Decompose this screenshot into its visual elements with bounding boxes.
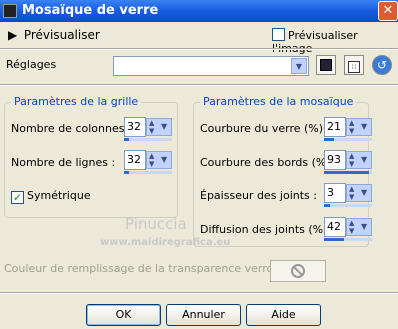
glass-curvature-spinner[interactable]: 21 ▲ ▼ ▼ — [324, 117, 372, 141]
edge-curvature-label: Courbure des bords (%) : — [200, 156, 338, 169]
columns-slider-track[interactable] — [124, 138, 172, 141]
grout-width-spin-buttons[interactable]: ▲ ▼ ▼ — [346, 184, 372, 202]
edge-curvature-spin-buttons[interactable]: ▲ ▼ ▼ — [346, 151, 372, 169]
rows-label: Nombre de lignes : — [11, 156, 116, 169]
chevron-down-icon[interactable]: ▼ — [361, 122, 367, 131]
rows-slider-track[interactable] — [124, 171, 172, 174]
random-button[interactable]: ∷ — [344, 55, 364, 75]
rows-slider-fill[interactable] — [124, 171, 129, 174]
close-button[interactable]: ✕ — [378, 1, 398, 21]
up-down-icon[interactable]: ▲ ▼ — [349, 152, 354, 168]
glass-curvature-input[interactable]: 21 — [324, 117, 346, 137]
columns-spinner[interactable]: 32 ▲ ▼ ▼ — [124, 117, 172, 141]
dice-icon: ∷ — [348, 61, 360, 73]
grout-width-spinner[interactable]: 3 ▲ ▼ ▼ — [324, 183, 372, 207]
symmetric-checkbox-box[interactable]: ✓ — [11, 191, 24, 204]
columns-input[interactable]: 32 — [124, 117, 146, 137]
grout-diffusion-slider-fill[interactable] — [324, 238, 344, 241]
grout-diffusion-spinner[interactable]: 42 ▲ ▼ ▼ — [324, 217, 372, 241]
edge-curvature-input[interactable]: 93 — [324, 150, 346, 170]
grout-diffusion-spin-buttons[interactable]: ▲ ▼ ▼ — [346, 218, 372, 236]
glass-curvature-slider-fill[interactable] — [324, 138, 334, 141]
preview-image-checkbox-box[interactable] — [272, 28, 285, 41]
reset-arrow-icon: ↺ — [376, 58, 388, 72]
divider — [0, 48, 398, 50]
grout-diffusion-label: Diffusion des joints (%) : — [200, 223, 335, 236]
glass-curvature-spin-buttons[interactable]: ▲ ▼ ▼ — [346, 118, 372, 136]
mosaic-settings-title: Paramètres de la mosaïque — [200, 95, 357, 108]
columns-label: Nombre de colonnes : — [11, 122, 132, 135]
columns-spin-buttons[interactable]: ▲ ▼ ▼ — [146, 118, 172, 136]
up-down-icon[interactable]: ▲ ▼ — [349, 119, 354, 135]
chevron-down-icon[interactable]: ▼ — [161, 155, 167, 164]
cancel-button[interactable]: Annuler — [166, 304, 241, 326]
rows-spin-buttons[interactable]: ▲ ▼ ▼ — [146, 151, 172, 169]
rows-spinner[interactable]: 32 ▲ ▼ ▼ — [124, 150, 172, 174]
ok-button[interactable]: OK — [86, 304, 161, 326]
chevron-down-icon[interactable]: ▼ — [291, 58, 307, 74]
fill-color-swatch[interactable] — [270, 260, 326, 282]
grid-settings-title: Paramètres de la grille — [11, 95, 142, 108]
preset-select[interactable]: ▼ — [113, 56, 309, 76]
preview-toggle[interactable]: ▶ Prévisualiser — [8, 28, 100, 42]
save-preset-button[interactable] — [316, 55, 336, 75]
glass-curvature-label: Courbure du verre (%) : — [200, 122, 331, 135]
edge-curvature-spinner[interactable]: 93 ▲ ▼ ▼ — [324, 150, 372, 174]
help-button[interactable]: Aide — [246, 304, 321, 326]
grout-width-label: Épaisseur des joints : — [200, 189, 317, 202]
divider — [0, 292, 398, 294]
up-down-icon[interactable]: ▲ ▼ — [349, 185, 354, 201]
up-down-icon[interactable]: ▲ ▼ — [349, 219, 354, 235]
chevron-down-icon[interactable]: ▼ — [361, 155, 367, 164]
watermark-url: www.maidiregrafica.eu — [100, 237, 231, 248]
grout-width-input[interactable]: 3 — [324, 183, 346, 203]
watermark-name: Pinuccia — [125, 215, 187, 233]
edge-curvature-slider-fill[interactable] — [324, 171, 369, 174]
chevron-down-icon[interactable]: ▼ — [361, 222, 367, 231]
grout-diffusion-input[interactable]: 42 — [324, 217, 346, 237]
triangle-right-icon: ▶ — [8, 28, 18, 42]
window-title: Mosaïque de verre — [22, 3, 159, 18]
grout-width-slider-track[interactable] — [324, 204, 372, 207]
preview-image-checkbox[interactable]: Prévisualiser l'image — [272, 28, 398, 55]
up-down-icon[interactable]: ▲ ▼ — [149, 119, 154, 135]
title-bar: Mosaïque de verre ✕ — [0, 0, 398, 22]
rows-input[interactable]: 32 — [124, 150, 146, 170]
settings-label: Réglages — [6, 58, 57, 71]
columns-slider-fill[interactable] — [124, 138, 129, 141]
floppy-disk-icon — [320, 59, 332, 71]
divider — [0, 84, 398, 86]
symmetric-label: Symétrique — [27, 189, 91, 202]
grout-width-slider-fill[interactable] — [324, 204, 330, 207]
reset-button[interactable]: ↺ — [372, 55, 392, 75]
preview-toggle-label: Prévisualiser — [23, 28, 100, 42]
no-color-icon — [291, 264, 305, 278]
chevron-down-icon[interactable]: ▼ — [361, 188, 367, 197]
fill-color-label: Couleur de remplissage de la transparenc… — [4, 262, 311, 275]
symmetric-checkbox[interactable]: ✓ Symétrique — [11, 189, 91, 204]
chevron-down-icon[interactable]: ▼ — [161, 122, 167, 131]
up-down-icon[interactable]: ▲ ▼ — [149, 152, 154, 168]
app-icon — [3, 4, 17, 18]
